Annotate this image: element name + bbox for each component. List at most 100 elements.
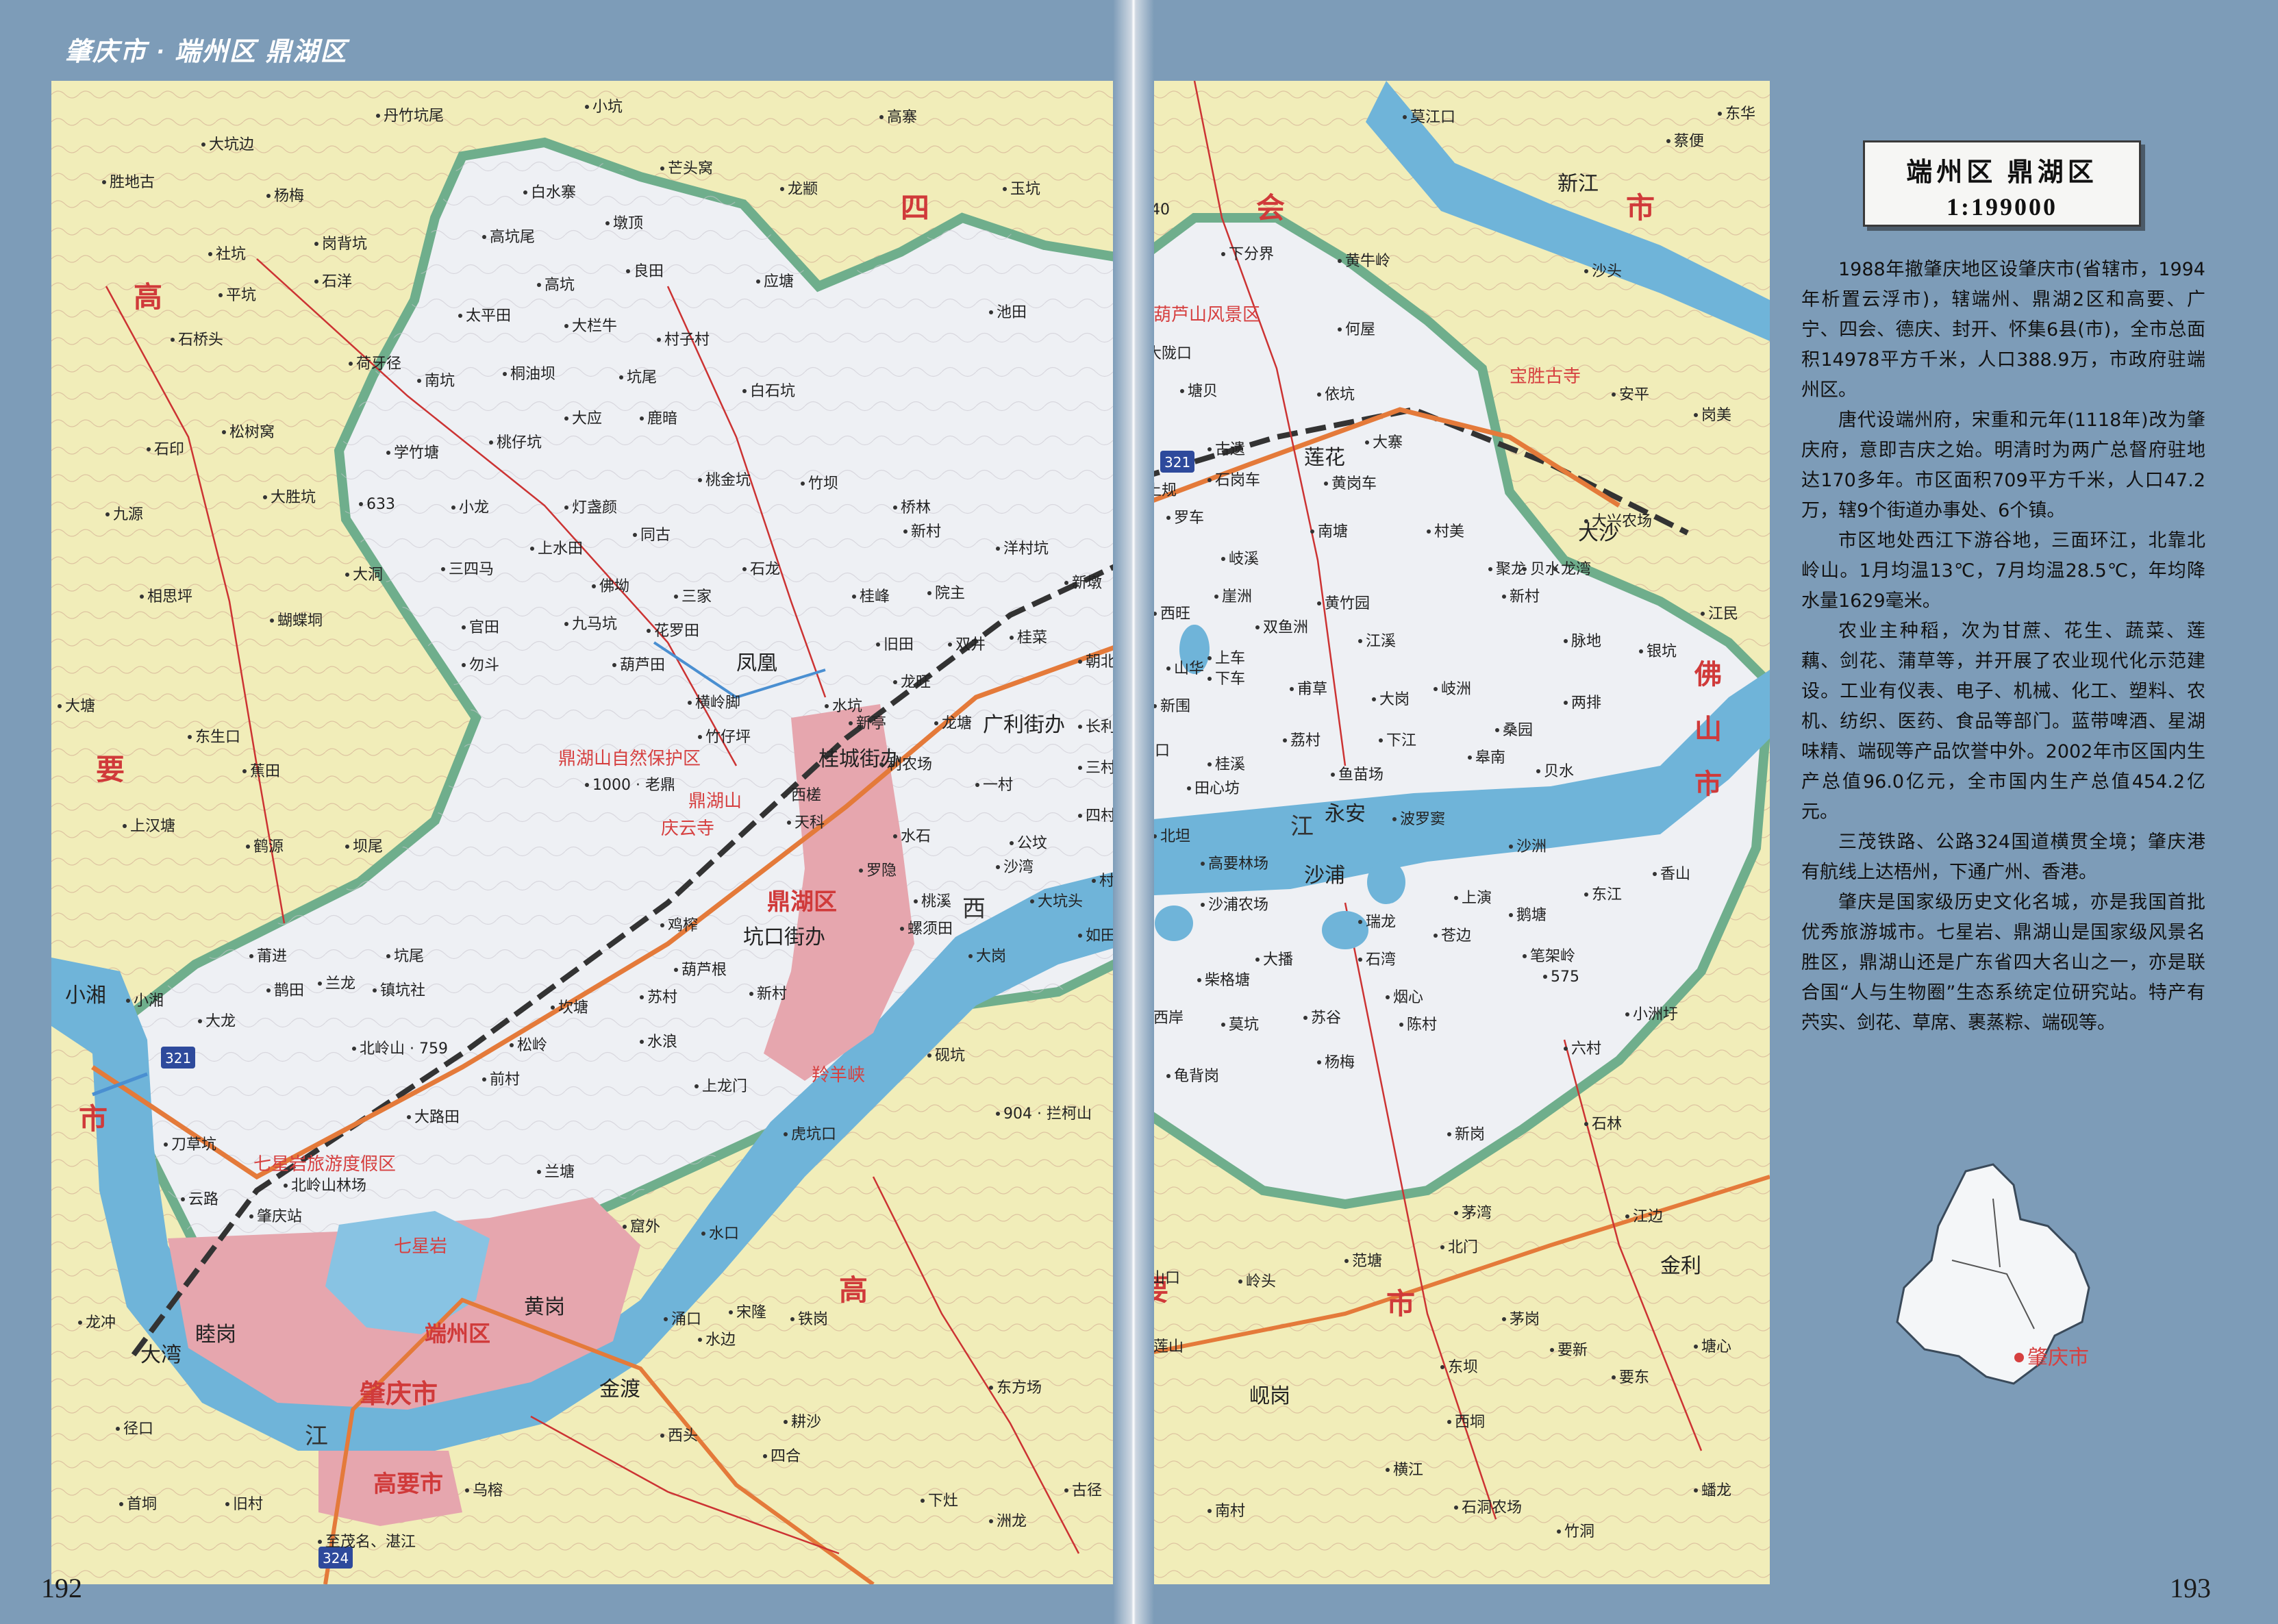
village-dot [1201,862,1205,866]
village-dot [270,619,274,623]
village-label: 刀草坑 [171,1136,216,1153]
village-dot [1372,697,1376,701]
village-label: 东生口 [195,729,240,746]
village-dot [876,642,880,647]
village-dot [1166,1074,1171,1078]
river-label-xi-1: 西 [962,897,986,922]
village-dot [633,533,637,537]
village-dot [386,954,390,958]
village-label: 横岭脚 [695,695,740,712]
village-label: 三村 [1086,760,1116,777]
village-label: 要新 [1557,1342,1588,1359]
town-label-yongan: 永安 [1325,802,1366,826]
village-dot [893,834,897,838]
village-label: 鹅塘 [1516,907,1547,924]
village-dot [1078,725,1082,729]
village-label: 岐洲 [1441,681,1471,698]
village-label: 范塘 [1352,1253,1382,1270]
description-paragraph: 唐代设端州府，宋重和元年(1118年)改为肇庆府，意即吉庆之始。明清时为两广总督… [1801,410,2205,521]
village-dot [530,547,534,551]
village-label: 罗车 [1174,510,1204,527]
village-dot [1523,567,1527,571]
village-label: 香山 [1660,866,1690,883]
village-dot [1365,440,1369,445]
village-label: 石岗车 [1215,472,1260,489]
village-dot [417,379,421,383]
village-dot [1238,1279,1242,1284]
village-label: 九马坑 [572,616,617,633]
village-dot [996,1112,1000,1116]
village-dot [249,1214,253,1219]
village-dot [1344,1259,1349,1263]
village-label: 院主 [935,585,965,602]
village-label: 龟背岗 [1174,1068,1219,1085]
village-dot [462,625,466,629]
village-dot [849,721,853,725]
village-dot [1207,762,1212,766]
scenic-label-huluoshan: 葫芦山风景区 [1153,305,1260,325]
village-dot [1078,660,1082,664]
village-dot [1030,899,1034,903]
village-dot [612,663,616,667]
village-label: 大岗 [976,948,1006,965]
village-label: 东坝 [1448,1359,1478,1376]
village-label: 苏村 [647,989,677,1006]
village-label: 茅湾 [1462,1205,1492,1222]
village-dot [386,451,390,455]
village-label: 公坟 [1017,835,1047,852]
village-label: 良田 [634,263,664,280]
town-label-guangli: 广利街办 [983,713,1065,737]
village-label: 杨梅 [1325,1054,1355,1071]
village-label: 白石坑 [750,383,795,400]
town-label-dawan: 大湾 [140,1343,182,1367]
village-label: 新墩 [1072,575,1102,592]
village-label: 西垌 [1455,1414,1485,1431]
village-dot [1064,581,1068,585]
village-label: 芒头窝 [668,160,713,177]
village-label: 沙浦农场 [1208,897,1268,914]
village-dot [626,269,630,273]
village-label: 依坑 [1325,386,1355,403]
village-dot [1495,728,1499,732]
village-label: 桃金坑 [705,472,751,489]
big-label-gao-1: 高 [134,282,162,314]
village-dot [893,680,897,684]
village-dot [1564,1047,1568,1051]
village-dot [996,865,1000,869]
map-title: 端州区 鼎湖区 [1906,158,2098,187]
village-label: 径口 [123,1421,153,1438]
village-label: 桃仔坑 [497,434,542,451]
village-label: 水口 [709,1225,739,1242]
village-dot [859,869,863,873]
village-dot [900,927,904,931]
village-label: 笔架岭 [1530,948,1575,965]
village-label: 应塘 [764,273,794,290]
village-label: 安平 [1619,386,1649,403]
village-dot [784,1420,788,1424]
village-dot [482,1077,486,1082]
village-label: 石洋 [322,273,352,290]
village-label: 北坦 [1160,828,1190,845]
village-dot [674,595,678,599]
village-label: 陈村 [1407,1016,1437,1034]
village-dot [349,362,353,366]
village-label: 新岗 [1455,1126,1485,1143]
village-label: 首垌 [127,1496,157,1513]
village-label: 平坑 [226,287,256,304]
village-dot [1078,766,1082,770]
village-label: 竹洞 [1564,1523,1594,1540]
village-label: 云路 [188,1191,218,1208]
village-label: 洋村坑 [1003,540,1049,558]
village-dot [1386,1468,1390,1472]
village-label: 北岭山林场 [291,1177,366,1195]
big-label-shi-4: 市 [1386,1288,1415,1321]
village-dot [934,721,938,725]
village-dot [482,235,486,239]
village-label: 上汉塘 [130,818,175,835]
description-paragraph: 三茂铁路、公路324国道横贯全境；肇庆港有航线上达梧州，下通广州、香港。 [1801,832,2205,883]
village-dot [852,595,856,599]
village-dot [263,495,267,499]
village-dot [1166,516,1171,520]
big-label-shi-1: 市 [79,1103,108,1136]
village-label: 乌榕 [473,1482,503,1499]
